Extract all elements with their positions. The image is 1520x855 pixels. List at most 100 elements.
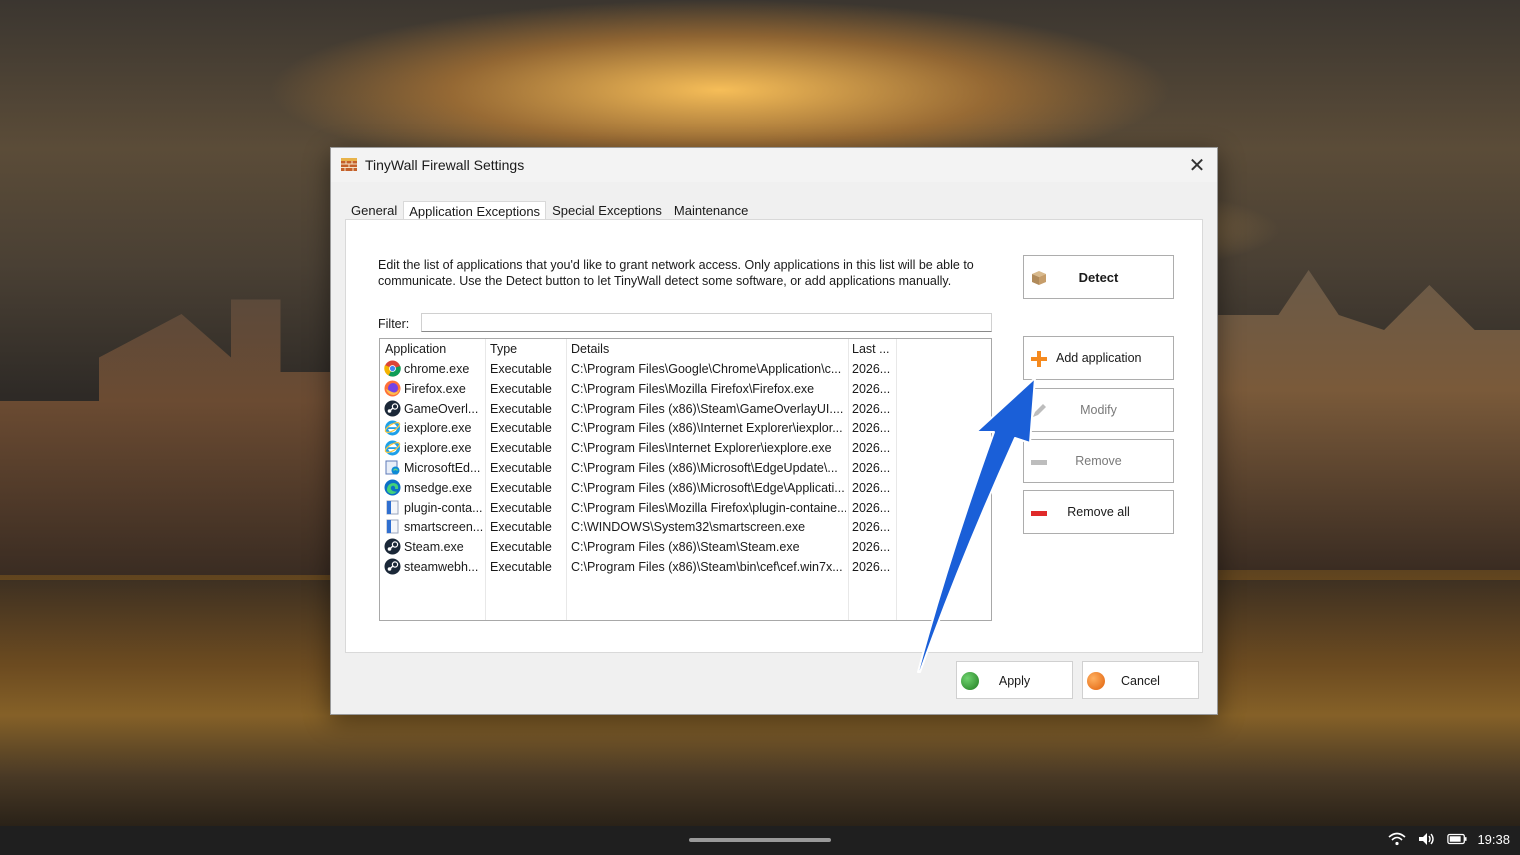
taskbar-handle[interactable] [689,838,831,842]
cell-application: iexplore.exe [404,421,472,436]
column-header-type[interactable]: Type [490,342,517,356]
ie-icon [384,419,401,436]
apply-button-label: Apply [998,674,1031,688]
title-bar[interactable]: TinyWall Firewall Settings ✕ [331,148,1217,182]
cell-details: C:\Program Files\Internet Explorer\iexpl… [571,441,832,456]
add-application-button[interactable]: Add application [1023,336,1174,380]
close-icon: ✕ [1188,154,1206,177]
table-row[interactable]: plugin-conta... Executable C:\Program File… [380,498,991,518]
cell-application: steamwebh... [404,560,479,574]
cancel-button[interactable]: Cancel [1082,661,1199,699]
wifi-icon[interactable] [1387,831,1407,847]
table-row[interactable]: smartscreen... Executable C:\WINDOWS\Syste… [380,517,991,537]
tab-strip: General Application Exceptions Special E… [345,196,754,221]
tinywall-brick-icon [341,158,357,171]
cell-details: C:\Program Files (x86)\Microsoft\Edge\Ap… [571,480,845,495]
wallpaper-houses-left [0,299,330,575]
cell-type: Executable [490,520,552,535]
speaker-icon[interactable] [1417,831,1437,847]
table-row[interactable]: steamwebh... Executable C:\Program Files (… [380,557,991,577]
column-header-last[interactable]: Last ... [852,342,890,356]
tab-application-exceptions[interactable]: Application Exceptions [403,201,547,221]
filter-input[interactable] [421,313,992,332]
cell-details: C:\Program Files\Mozilla Firefox\Firefox… [571,381,815,396]
cell-type: Executable [490,401,552,416]
cell-type: Executable [490,461,552,475]
cell-application: Steam.exe [404,540,464,555]
plus-icon [1031,351,1047,367]
cell-type: Executable [490,381,552,396]
cell-application: msedge.exe [404,480,473,495]
tab-maintenance[interactable]: Maintenance [668,199,754,220]
chrome-icon [384,360,401,377]
remove-all-button-label: Remove all [1067,505,1130,519]
modify-button-label: Modify [1080,403,1117,417]
edge-update-icon [384,459,401,476]
close-button[interactable]: ✕ [1177,148,1217,182]
cell-last: 2026... [852,560,891,574]
cell-application: smartscreen... [404,520,484,535]
steam-icon [384,400,401,417]
cell-details: C:\Program Files (x86)\Steam\GameOverlay… [571,401,844,416]
cell-application: GameOverl... [404,401,479,416]
detect-button-label: Detect [1078,270,1119,285]
table-row[interactable]: iexplore.exe Executable C:\Program Files\I… [380,438,991,458]
system-tray: 19:38 [1387,831,1510,847]
table-row[interactable]: Steam.exe Executable C:\Program Files (x86… [380,537,991,557]
steam-icon [384,538,401,555]
cell-last: 2026... [852,362,891,376]
cell-details: C:\Program Files (x86)\Microsoft\EdgeUpd… [571,461,838,475]
clock[interactable]: 19:38 [1477,832,1510,847]
tab-general[interactable]: General [345,199,403,220]
table-row[interactable]: MicrosoftEd... Executable C:\Program Files… [380,458,991,478]
cell-details: C:\Program Files (x86)\Internet Explorer… [571,421,843,436]
table-row[interactable]: Firefox.exe Executable C:\Program Files\Mo… [380,379,991,399]
generic-exe-icon [384,518,401,535]
steam-icon [384,558,401,575]
cell-type: Executable [490,560,552,574]
table-row[interactable]: chrome.exe Executable C:\Program Files\Goo… [380,359,991,379]
cell-type: Executable [490,421,552,436]
generic-exe-icon [384,499,401,516]
cell-last: 2026... [852,401,891,416]
detect-button[interactable]: Detect [1023,255,1174,299]
taskbar: 19:38 [0,826,1520,855]
cell-details: C:\Program Files (x86)\Steam\Steam.exe [571,540,800,555]
wallpaper-houses-right [1218,270,1520,570]
settings-dialog: TinyWall Firewall Settings ✕ General App… [330,147,1218,715]
battery-icon[interactable] [1447,831,1467,847]
cell-last: 2026... [852,441,891,456]
cell-type: Executable [490,362,552,376]
table-row[interactable]: GameOverl... Executable C:\Program Files (… [380,399,991,419]
cell-last: 2026... [852,421,891,436]
cell-application: MicrosoftEd... [404,461,481,475]
table-row[interactable]: msedge.exe Executable C:\Program Files (x8… [380,478,991,498]
modify-button[interactable]: Modify [1023,388,1174,432]
filter-label: Filter: [378,317,410,331]
window-title: TinyWall Firewall Settings [365,157,525,173]
tab-special-exceptions[interactable]: Special Exceptions [546,199,668,220]
cell-last: 2026... [852,461,891,475]
column-header-details[interactable]: Details [571,342,609,356]
cell-type: Executable [490,500,552,515]
cell-details: C:\Program Files (x86)\Steam\bin\cef\cef… [571,560,843,574]
remove-button[interactable]: Remove [1023,439,1174,483]
application-list[interactable]: Application Type Details Last ... chrome… [379,338,992,621]
add-application-label: Add application [1056,351,1142,365]
instructions-text: Edit the list of applications that you'd… [378,258,974,288]
table-row[interactable]: iexplore.exe Executable C:\Program Files (… [380,418,991,438]
cell-last: 2026... [852,520,891,535]
cell-type: Executable [490,480,552,495]
column-header-application[interactable]: Application [385,342,446,356]
cell-last: 2026... [852,500,891,515]
cell-last: 2026... [852,480,891,495]
cell-application: iexplore.exe [404,441,472,456]
apply-button[interactable]: Apply [956,661,1073,699]
edge-icon [384,479,401,496]
cell-type: Executable [490,540,552,555]
cell-details: C:\Program Files\Mozilla Firefox\plugin-… [571,500,846,515]
remove-all-button[interactable]: Remove all [1023,490,1174,534]
ie-icon [384,439,401,456]
list-header: Application Type Details Last ... [380,339,991,359]
cell-details: C:\WINDOWS\System32\smartscreen.exe [571,520,806,535]
